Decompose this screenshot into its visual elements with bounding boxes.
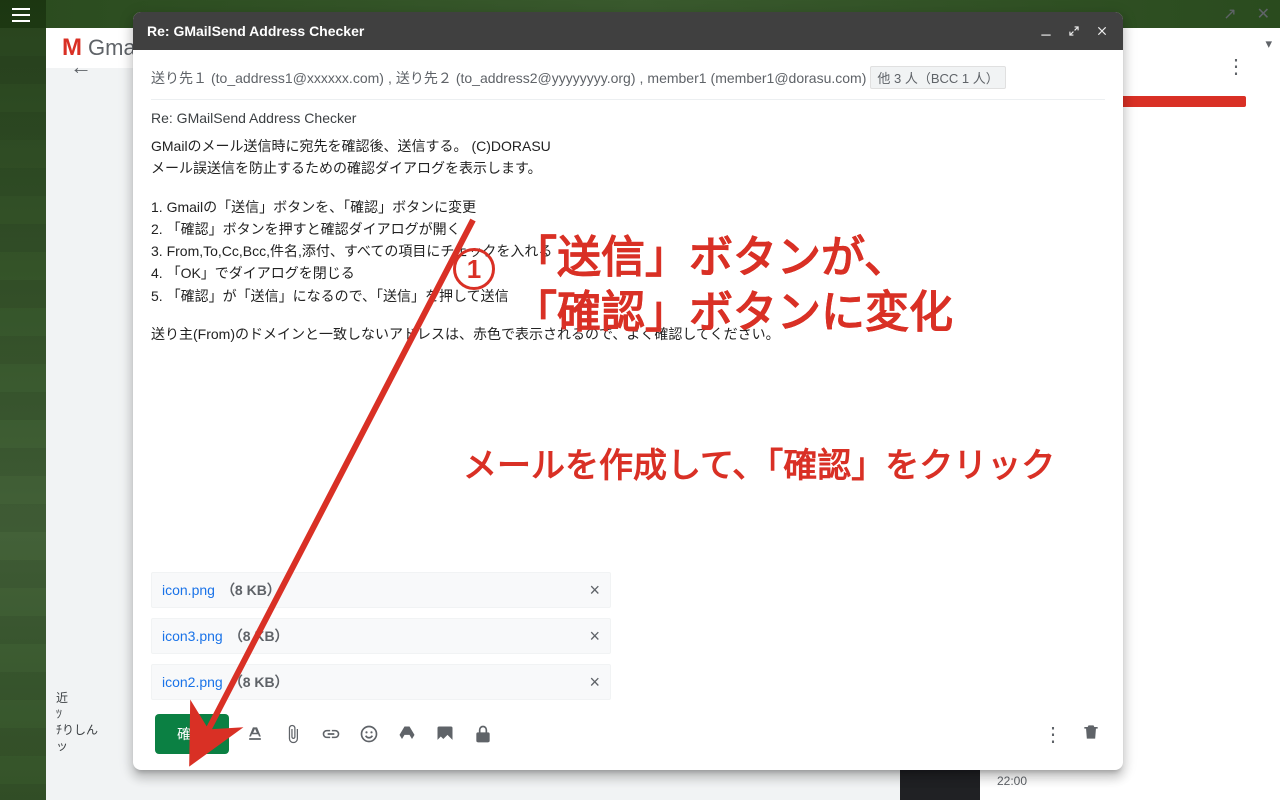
menu-icon[interactable] <box>12 8 30 22</box>
top-right-window-icons: ↗ ✕ <box>1223 4 1270 24</box>
recipient-3-label: member1 <box>647 70 706 86</box>
recipient-2-email: (to_address2@yyyyyyyy.org) <box>456 70 636 86</box>
attachment-row[interactable]: icon.png （8 KB） × <box>151 572 611 608</box>
close-icon[interactable]: ✕ <box>1257 4 1270 24</box>
link-icon[interactable] <box>321 724 341 744</box>
confidential-icon[interactable] <box>473 724 493 744</box>
attachment-size: （8 KB） <box>229 672 289 692</box>
annotation-subline: メールを作成して、「確認」をクリック <box>463 438 1055 487</box>
close-icon[interactable] <box>1095 24 1109 38</box>
more-icon[interactable]: ⋮ <box>1043 722 1063 747</box>
annotation-circle-1: 1 <box>453 248 495 290</box>
annotation-headline: 「送信」ボタンが、 「確認」ボタンに変化 <box>513 230 953 340</box>
format-icon[interactable] <box>245 724 265 744</box>
compose-window: Re: GMailSend Address Checker 送り先１ (to_a… <box>133 12 1123 770</box>
body-line: 1. Gmailの「送信」ボタンを、「確認」ボタンに変更 <box>151 197 1105 217</box>
attachment-size: （8 KB） <box>229 626 289 646</box>
recipient-3-email: (member1@dorasu.com) <box>711 70 867 86</box>
attachment-name: icon3.png <box>162 628 223 644</box>
remove-attachment-icon[interactable]: × <box>589 581 600 599</box>
recipient-1-label: 送り先１ <box>151 68 207 88</box>
gmail-left-rail <box>0 0 46 800</box>
compose-title: Re: GMailSend Address Checker <box>147 23 364 39</box>
attachments-list: icon.png （8 KB） × icon3.png （8 KB） × ico… <box>151 572 1105 700</box>
attachment-size: （8 KB） <box>221 580 281 600</box>
open-new-icon[interactable]: ↗ <box>1223 4 1236 24</box>
attachment-row[interactable]: icon3.png （8 KB） × <box>151 618 611 654</box>
attachment-row[interactable]: icon2.png （8 KB） × <box>151 664 611 700</box>
image-icon[interactable] <box>435 724 455 744</box>
recipients-row[interactable]: 送り先１ (to_address1@xxxxxx.com), 送り先２ (to_… <box>151 60 1105 100</box>
compose-header[interactable]: Re: GMailSend Address Checker <box>133 12 1123 50</box>
back-arrow-icon[interactable]: ← <box>70 54 92 80</box>
compose-toolbar <box>245 724 493 744</box>
emoji-icon[interactable] <box>359 724 379 744</box>
body-line: GMailのメール送信時に宛先を確認後、送信する。 (C)DORASU <box>151 136 1105 156</box>
restore-icon[interactable] <box>1067 24 1081 38</box>
attachment-name: icon.png <box>162 582 215 598</box>
remove-attachment-icon[interactable]: × <box>589 627 600 645</box>
recipients-more[interactable]: 他 3 人（BCC 1 人） <box>870 66 1005 89</box>
recipient-2-label: 送り先２ <box>396 68 452 88</box>
attach-icon[interactable] <box>283 724 303 744</box>
kebab-icon[interactable]: ⋮ <box>1226 54 1246 79</box>
time-label: 22:00 <box>997 774 1027 788</box>
body-line: メール誤送信を防止するための確認ダイアログを表示します。 <box>151 158 1105 178</box>
trash-icon[interactable] <box>1081 722 1101 747</box>
subject-line[interactable]: Re: GMailSend Address Checker <box>151 100 1105 136</box>
confirm-button[interactable]: 確認 <box>155 714 229 754</box>
remove-attachment-icon[interactable]: × <box>589 673 600 691</box>
drive-icon[interactable] <box>397 724 417 744</box>
recipient-1-email: (to_address1@xxxxxx.com) <box>211 70 384 86</box>
compose-footer: 確認 ⋮ <box>151 714 1105 756</box>
minimize-icon[interactable] <box>1039 24 1053 38</box>
attachment-name: icon2.png <box>162 674 223 690</box>
